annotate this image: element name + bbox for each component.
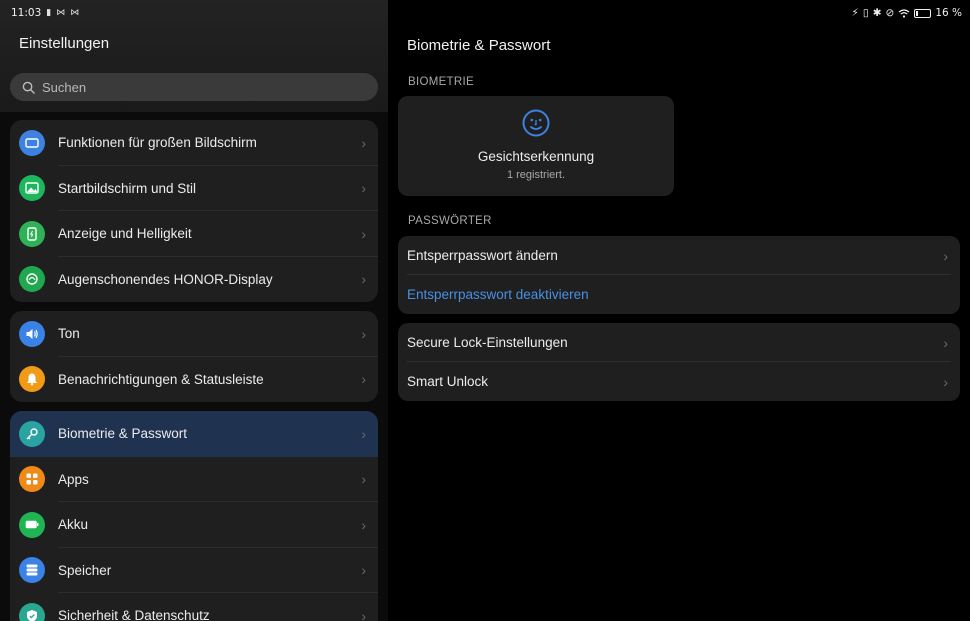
settings-group-system: Biometrie & Passwort › Apps › Akku › Spe… [10, 411, 378, 621]
settings-item-label: Benachrichtigungen & Statusleiste [58, 371, 264, 387]
settings-item-eye-comfort[interactable]: Augenschonendes HONOR-Display › [10, 257, 378, 303]
secure-lock-settings-label: Secure Lock-Einstellungen [407, 335, 568, 350]
key-icon [19, 420, 45, 447]
status-bar-right: ⚡ ▯ ✱ ⊘ 16 % [852, 7, 962, 19]
eye-comfort-icon [19, 266, 45, 293]
settings-item-sound[interactable]: Ton › [10, 311, 378, 357]
status-time: 11:03 [11, 7, 42, 19]
settings-item-biometrics-password[interactable]: Biometrie & Passwort › [10, 411, 378, 457]
vibrate-icon: ▯ [862, 7, 869, 19]
password-options-card: Entsperrpasswort ändern › Entsperrpasswo… [398, 236, 960, 314]
settings-item-security-privacy[interactable]: Sicherheit & Datenschutz › [10, 593, 378, 621]
settings-group-display: Funktionen für großen Bildschirm › Start… [10, 120, 378, 302]
settings-item-label: Ton [58, 326, 80, 342]
change-unlock-password-item[interactable]: Entsperrpasswort ändern › [398, 236, 960, 275]
chevron-right-icon: › [361, 225, 366, 242]
notification-icon: ▮ [46, 8, 52, 18]
detail-pane: ⚡ ▯ ✱ ⊘ 16 % Biometrie & Passwort BIOMET… [388, 0, 970, 621]
settings-item-large-screen[interactable]: Funktionen für großen Bildschirm › [10, 120, 378, 166]
settings-title: Einstellungen [19, 35, 110, 52]
disable-unlock-password-item[interactable]: Entsperrpasswort deaktivieren [398, 275, 960, 314]
bluetooth-icon: ✱ [872, 7, 882, 19]
change-unlock-password-label: Entsperrpasswort ändern [407, 248, 558, 263]
settings-item-label: Startbildschirm und Stil [58, 180, 197, 196]
speaker-icon [19, 320, 45, 347]
settings-item-label: Biometrie & Passwort [58, 426, 188, 442]
smart-unlock-label: Smart Unlock [407, 374, 489, 389]
settings-item-storage[interactable]: Speicher › [10, 548, 378, 593]
chevron-right-icon: › [361, 180, 366, 197]
chevron-right-icon: › [943, 334, 948, 351]
chevron-right-icon: › [361, 425, 366, 442]
face-recognition-title: Gesichtserkennung [477, 149, 595, 164]
settings-item-display-brightness[interactable]: Anzeige und Helligkeit › [10, 211, 378, 257]
face-recognition-card[interactable]: Gesichtserkennung 1 registriert. [398, 96, 674, 196]
search-icon [22, 81, 35, 94]
settings-item-label: Apps [58, 471, 89, 487]
storage-icon [19, 557, 45, 584]
battery-fill [916, 10, 919, 16]
chevron-right-icon: › [943, 373, 948, 390]
settings-item-label: Speicher [58, 562, 112, 578]
section-header-biometrics: BIOMETRIE [408, 76, 474, 88]
smart-unlock-item[interactable]: Smart Unlock › [398, 362, 960, 401]
chevron-right-icon: › [361, 371, 366, 388]
settings-item-label: Augenschonendes HONOR-Display [58, 271, 273, 287]
section-header-passwords: PASSWÖRTER [408, 215, 492, 227]
settings-item-label: Akku [58, 517, 89, 533]
settings-item-label: Funktionen für großen Bildschirm [58, 135, 257, 151]
chevron-right-icon: › [361, 516, 366, 533]
search-input[interactable] [42, 79, 362, 95]
large-screen-icon [19, 129, 45, 156]
settings-item-label: Anzeige und Helligkeit [58, 226, 192, 242]
secure-lock-settings-item[interactable]: Secure Lock-Einstellungen › [398, 323, 960, 362]
disable-unlock-password-label: Entsperrpasswort deaktivieren [407, 287, 589, 302]
settings-item-home-screen[interactable]: Startbildschirm und Stil › [10, 166, 378, 211]
chevron-right-icon: › [361, 134, 366, 151]
settings-item-apps[interactable]: Apps › [10, 457, 378, 502]
battery-percent: 16 % [935, 7, 962, 19]
mail-icon: ⋈ [56, 8, 66, 18]
apps-grid-icon [19, 466, 45, 493]
search-bar[interactable] [10, 73, 378, 101]
battery-icon [19, 511, 45, 538]
phone-brightness-icon [19, 220, 45, 247]
settings-nav-pane: 11:03 ▮ ⋈ ⋈ Einstellungen Funktionen für… [0, 0, 388, 621]
mute-icon: ⊘ [885, 7, 895, 19]
face-recognition-subtitle: 1 registriert. [506, 169, 566, 181]
page-title: Biometrie & Passwort [407, 37, 551, 54]
wifi-icon [898, 8, 910, 18]
lock-options-card: Secure Lock-Einstellungen › Smart Unlock… [398, 323, 960, 401]
settings-item-battery[interactable]: Akku › [10, 502, 378, 548]
settings-group-sound: Ton › Benachrichtigungen & Statusleiste … [10, 311, 378, 402]
chevron-right-icon: › [361, 325, 366, 342]
chevron-right-icon: › [943, 247, 948, 264]
settings-item-notifications[interactable]: Benachrichtigungen & Statusleiste › [10, 357, 378, 403]
chevron-right-icon: › [361, 271, 366, 288]
settings-item-label: Sicherheit & Datenschutz [58, 608, 210, 621]
battery-status-icon [914, 8, 932, 18]
shield-icon [19, 602, 45, 621]
picture-icon [19, 175, 45, 202]
chevron-right-icon: › [361, 607, 366, 621]
chevron-right-icon: › [361, 471, 366, 488]
face-recognition-icon [522, 109, 550, 137]
status-bar-left: 11:03 ▮ ⋈ ⋈ [11, 7, 79, 19]
nfc-icon: ⚡ [851, 7, 859, 19]
mail-icon-2: ⋈ [70, 8, 80, 18]
chevron-right-icon: › [361, 562, 366, 579]
bell-icon [19, 366, 45, 393]
